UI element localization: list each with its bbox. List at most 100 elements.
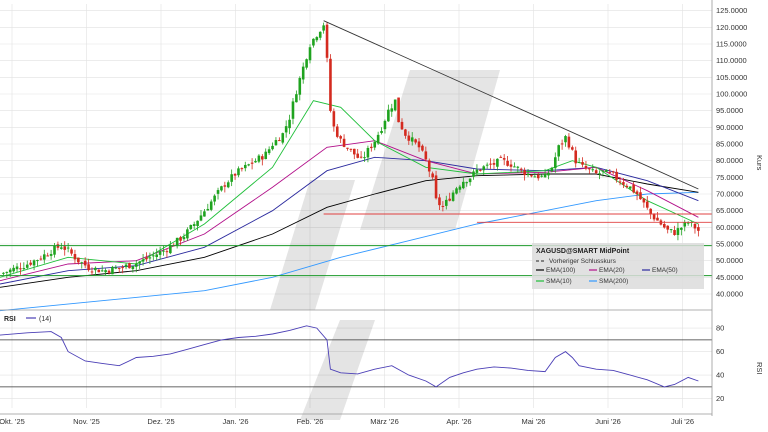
candle-body bbox=[332, 111, 336, 127]
candle-body bbox=[284, 126, 288, 133]
candle-body bbox=[526, 173, 530, 176]
y-tick-label: 55.0000 bbox=[716, 240, 743, 249]
candle-body bbox=[649, 208, 652, 214]
candle-body bbox=[346, 147, 349, 149]
candle-body bbox=[70, 249, 73, 254]
candle-body bbox=[141, 259, 145, 262]
candle-body bbox=[257, 155, 261, 162]
rsi-panel: 20 40 60 80 RSI (14) RSI bbox=[0, 316, 764, 403]
candle-body bbox=[271, 145, 274, 150]
candle-body bbox=[223, 185, 227, 187]
candle-body bbox=[451, 192, 455, 201]
candle-body bbox=[533, 176, 537, 178]
candle-body bbox=[676, 228, 680, 236]
candle-body bbox=[291, 101, 295, 119]
legend-title: XAGUSD@SMART MidPoint bbox=[536, 248, 630, 255]
candle-body bbox=[458, 186, 462, 190]
candle-body bbox=[155, 254, 159, 258]
candle-body bbox=[165, 251, 169, 253]
candle-body bbox=[335, 126, 339, 137]
y-tick-label: 85.0000 bbox=[716, 140, 743, 149]
candle-body bbox=[25, 264, 29, 268]
candle-body bbox=[19, 268, 22, 270]
candle-body bbox=[329, 58, 332, 111]
x-tick-label: März '26 bbox=[370, 417, 399, 426]
legend-entry-label: EMA(50) bbox=[652, 267, 678, 274]
candle-body bbox=[2, 272, 5, 274]
candle-body bbox=[114, 267, 118, 269]
rsi-series-label: (14) bbox=[39, 316, 51, 323]
candle-body bbox=[564, 136, 567, 143]
candle-body bbox=[90, 271, 94, 273]
legend-entry-label: EMA(20) bbox=[599, 267, 625, 274]
candle-body bbox=[492, 163, 496, 165]
candle-body bbox=[438, 197, 441, 206]
candle-body bbox=[32, 260, 36, 266]
y-tick-label: 120.0000 bbox=[716, 23, 747, 32]
legend-prev-close: Vorheriger Schlusskurs bbox=[549, 258, 617, 265]
candle-body bbox=[179, 237, 182, 241]
candle-body bbox=[530, 175, 533, 177]
candle-body bbox=[509, 164, 513, 167]
candle-body bbox=[312, 38, 315, 46]
candle-body bbox=[131, 266, 135, 269]
y-tick-label: 40.0000 bbox=[716, 290, 743, 299]
candle-body bbox=[475, 169, 479, 173]
candle-body bbox=[465, 182, 469, 184]
candle-body bbox=[516, 166, 520, 168]
candle-body bbox=[584, 165, 588, 169]
candle-body bbox=[611, 171, 615, 173]
candle-body bbox=[697, 227, 700, 231]
candle-body bbox=[431, 173, 434, 178]
candle-body bbox=[363, 157, 366, 159]
candle-body bbox=[60, 247, 63, 249]
candle-body bbox=[226, 182, 230, 188]
candle-body bbox=[199, 215, 203, 221]
rsi-tick-label: 60 bbox=[716, 347, 724, 356]
candle-body bbox=[134, 263, 138, 267]
y-tick-label: 125.0000 bbox=[716, 6, 747, 15]
candle-body bbox=[404, 129, 407, 136]
candle-body bbox=[322, 25, 325, 31]
candle-body bbox=[550, 167, 554, 172]
candle-body bbox=[274, 140, 278, 146]
candle-body bbox=[693, 223, 697, 229]
candle-body bbox=[628, 186, 632, 189]
candle-body bbox=[387, 109, 390, 122]
candle-body bbox=[567, 136, 571, 148]
candle-body bbox=[547, 172, 550, 176]
candle-body bbox=[448, 198, 451, 201]
candle-body bbox=[36, 260, 39, 262]
rsi-tick-label: 40 bbox=[716, 371, 724, 380]
candle-body bbox=[264, 151, 268, 160]
candle-body bbox=[213, 195, 216, 202]
candle-body bbox=[427, 160, 431, 172]
candle-body bbox=[560, 143, 564, 145]
candle-body bbox=[536, 174, 540, 179]
x-tick-label: Feb. '26 bbox=[297, 417, 324, 426]
candle-body bbox=[581, 161, 584, 165]
candle-body bbox=[73, 254, 77, 260]
candle-body bbox=[414, 139, 417, 143]
candle-body bbox=[261, 156, 264, 160]
candle-body bbox=[192, 224, 196, 226]
candle-body bbox=[97, 269, 101, 273]
candle-body bbox=[77, 257, 80, 263]
candle-body bbox=[247, 164, 250, 166]
candle-body bbox=[489, 163, 492, 165]
candle-body bbox=[288, 119, 291, 129]
candle-body bbox=[400, 121, 404, 130]
candle-body bbox=[615, 171, 618, 180]
candle-body bbox=[128, 263, 131, 269]
candle-body bbox=[601, 170, 605, 172]
candle-body bbox=[175, 237, 179, 247]
candle-body bbox=[46, 255, 49, 257]
candle-body bbox=[444, 199, 448, 206]
candle-body bbox=[12, 267, 15, 272]
y-tick-label: 105.0000 bbox=[716, 73, 747, 82]
candle-body bbox=[370, 146, 373, 149]
rsi-tick-label: 80 bbox=[716, 324, 724, 333]
candle-body bbox=[305, 59, 308, 68]
candle-body bbox=[434, 175, 438, 199]
candle-body bbox=[206, 208, 210, 211]
